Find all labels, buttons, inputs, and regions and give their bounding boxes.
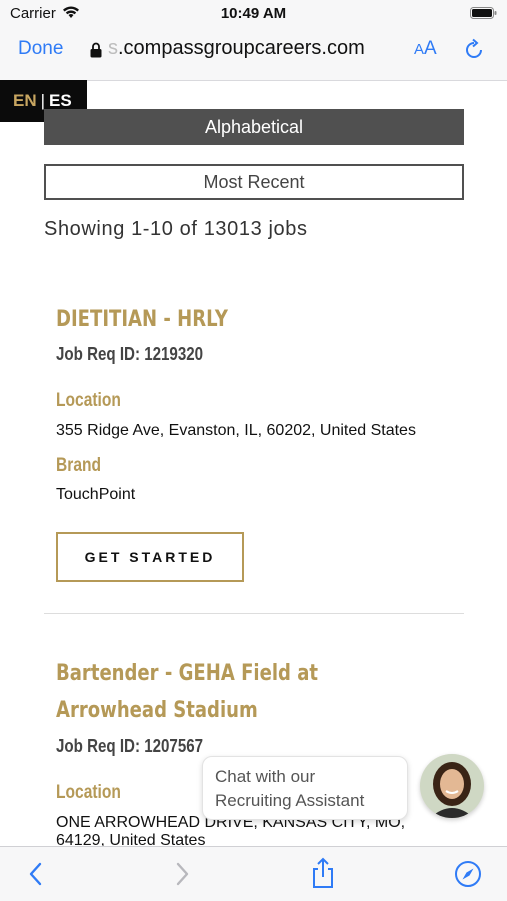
url-fade-text: s [108,37,118,59]
get-started-button[interactable]: GET STARTED [56,532,244,582]
status-bar: Carrier 10:49 AM [0,0,507,28]
share-icon[interactable] [310,857,336,889]
back-icon[interactable] [26,861,46,887]
job-req-id: Job Req ID: 1207567 [56,736,204,756]
language-en[interactable]: EN [13,91,37,110]
job-req-id: Job Req ID: 1219320 [56,344,204,364]
brand-value: TouchPoint [56,486,136,503]
sort-most-recent-button[interactable]: Most Recent [44,164,464,200]
brand-label: Brand [56,455,102,476]
location-value: 355 Ridge Ave, Evanston, IL, 60202, Unit… [56,422,416,439]
battery-icon [470,7,497,19]
forward-icon[interactable] [172,861,192,887]
done-button[interactable]: Done [18,38,63,60]
results-count: Showing 1-10 of 13013 jobs [44,218,308,240]
browser-address-bar: Done s.compassgroupcareers.com AA [0,28,507,81]
text-size-button[interactable]: AA [414,38,437,60]
location-label: Location [56,390,121,411]
language-es[interactable]: ES [49,91,72,110]
avatar-portrait-icon [420,754,484,818]
lock-icon [90,42,102,58]
chat-prompt-bubble[interactable]: Chat with our Recruiting Assistant [202,756,408,820]
clock-time: 10:49 AM [220,5,287,22]
chat-line-1: Chat with our [215,767,316,786]
recruiting-assistant-avatar[interactable] [420,754,484,818]
job-title[interactable]: DIETITIAN - HRLY [56,301,384,338]
browser-toolbar [0,846,507,901]
url-field[interactable]: s.compassgroupcareers.com [108,37,365,60]
job-divider [44,613,464,614]
reload-icon[interactable] [462,38,486,62]
sort-alphabetical-button[interactable]: Alphabetical [44,109,464,145]
job-title[interactable]: Bartender - GEHA Field at Arrowhead Stad… [56,655,384,729]
location-label: Location [56,782,121,803]
compass-icon[interactable] [454,860,482,888]
url-domain: .compassgroupcareers.com [118,37,365,59]
chat-line-2: Recruiting Assistant [215,791,365,810]
language-separator: | [40,91,46,110]
